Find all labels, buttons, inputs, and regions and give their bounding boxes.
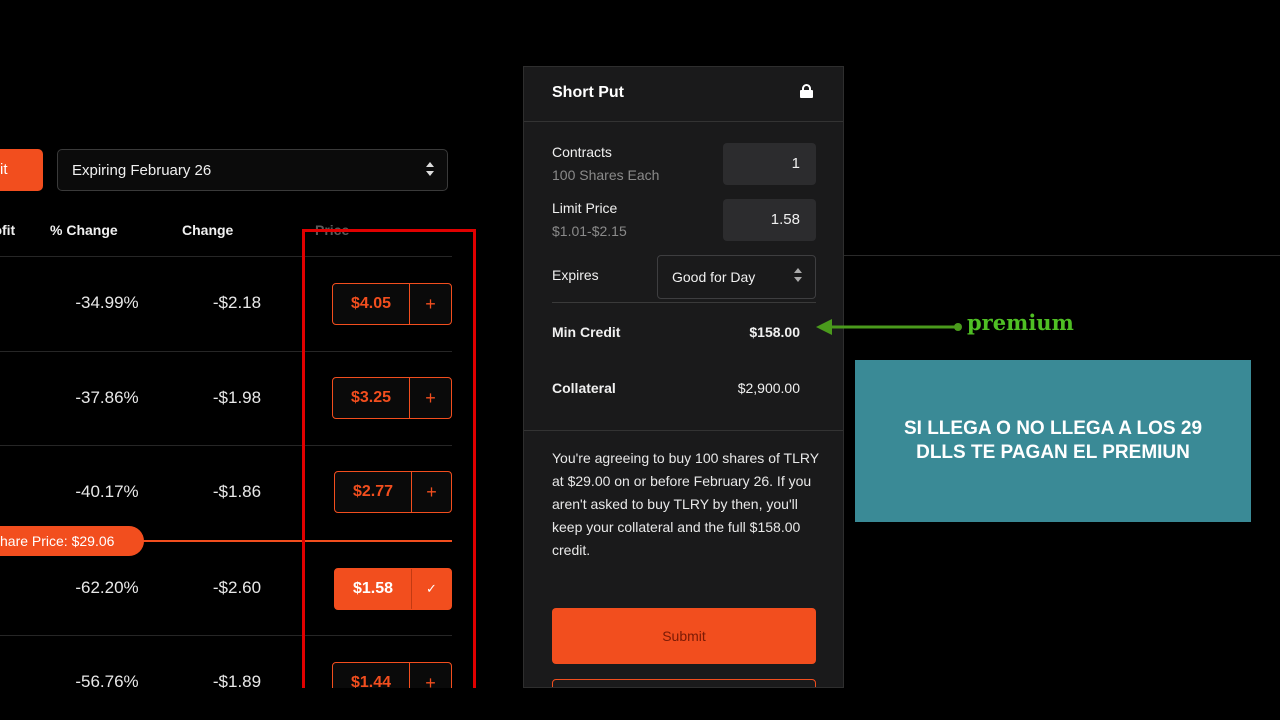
arrow-annotation xyxy=(816,319,962,335)
note-box: SI LLEGA O NO LLEGA A LOS 29 DLLS TE PAG… xyxy=(855,360,1251,522)
row-change: -$1.86 xyxy=(212,482,262,501)
contracts-input[interactable] xyxy=(723,143,816,185)
row-pct-change: -34.99% xyxy=(75,293,139,312)
row-pct-change: -62.20% xyxy=(75,578,139,597)
select-arrows-icon xyxy=(793,267,803,285)
collateral-label: Collateral xyxy=(552,380,616,396)
row-change: -$2.60 xyxy=(212,578,262,597)
short-put-panel: Short Put Contracts 100 Shares Each Limi… xyxy=(523,66,844,688)
panel-title: Short Put xyxy=(552,84,624,101)
column-header-profit[interactable]: rofit xyxy=(0,222,15,238)
collateral-value: $2,900.00 xyxy=(737,380,800,396)
chain-action-button[interactable]: it xyxy=(0,149,43,191)
select-arrows-icon xyxy=(425,161,435,179)
row-change: -$1.98 xyxy=(212,388,262,407)
panel-divider xyxy=(524,121,843,122)
price-column-highlight xyxy=(302,229,476,688)
contracts-sublabel: 100 Shares Each xyxy=(552,167,660,183)
chain-action-button-label: it xyxy=(0,161,8,178)
column-header-pct-change[interactable]: % Change xyxy=(50,222,118,238)
share-price-badge: hare Price: $29.06 xyxy=(0,526,144,556)
panel-divider xyxy=(552,302,816,303)
row-pct-change: -37.86% xyxy=(75,388,139,407)
expiry-select-value: Expiring February 26 xyxy=(72,162,212,179)
limit-price-range: $1.01-$2.15 xyxy=(552,223,627,239)
row-pct-change: -56.76% xyxy=(75,672,139,688)
expires-label: Expires xyxy=(552,267,599,283)
row-pct-change: -40.17% xyxy=(75,482,139,501)
column-header-change[interactable]: Change xyxy=(182,222,233,238)
options-chain: it Expiring February 26 rofit % Change C… xyxy=(0,0,523,688)
panel-divider xyxy=(524,430,843,431)
lock-icon[interactable] xyxy=(800,84,813,98)
note-text: SI LLEGA O NO LLEGA A LOS 29 DLLS TE PAG… xyxy=(903,418,1203,463)
premium-annotation-label: premium xyxy=(967,310,1074,335)
divider-line xyxy=(844,255,1280,256)
min-credit-label: Min Credit xyxy=(552,324,621,340)
expires-select[interactable]: Good for Day xyxy=(657,255,816,299)
contracts-label: Contracts xyxy=(552,144,612,160)
agreement-text: You're agreeing to buy 100 shares of TLR… xyxy=(552,450,819,558)
secondary-button[interactable] xyxy=(552,679,816,687)
expiry-select[interactable]: Expiring February 26 xyxy=(57,149,448,191)
expires-select-value: Good for Day xyxy=(672,269,756,285)
limit-price-label: Limit Price xyxy=(552,200,618,216)
row-change: -$1.89 xyxy=(212,672,262,688)
min-credit-value: $158.00 xyxy=(749,324,800,340)
row-change: -$2.18 xyxy=(212,293,262,312)
share-price-label: hare Price: $29.06 xyxy=(0,533,115,549)
submit-button[interactable]: Submit xyxy=(552,608,816,664)
limit-price-input[interactable] xyxy=(723,199,816,241)
